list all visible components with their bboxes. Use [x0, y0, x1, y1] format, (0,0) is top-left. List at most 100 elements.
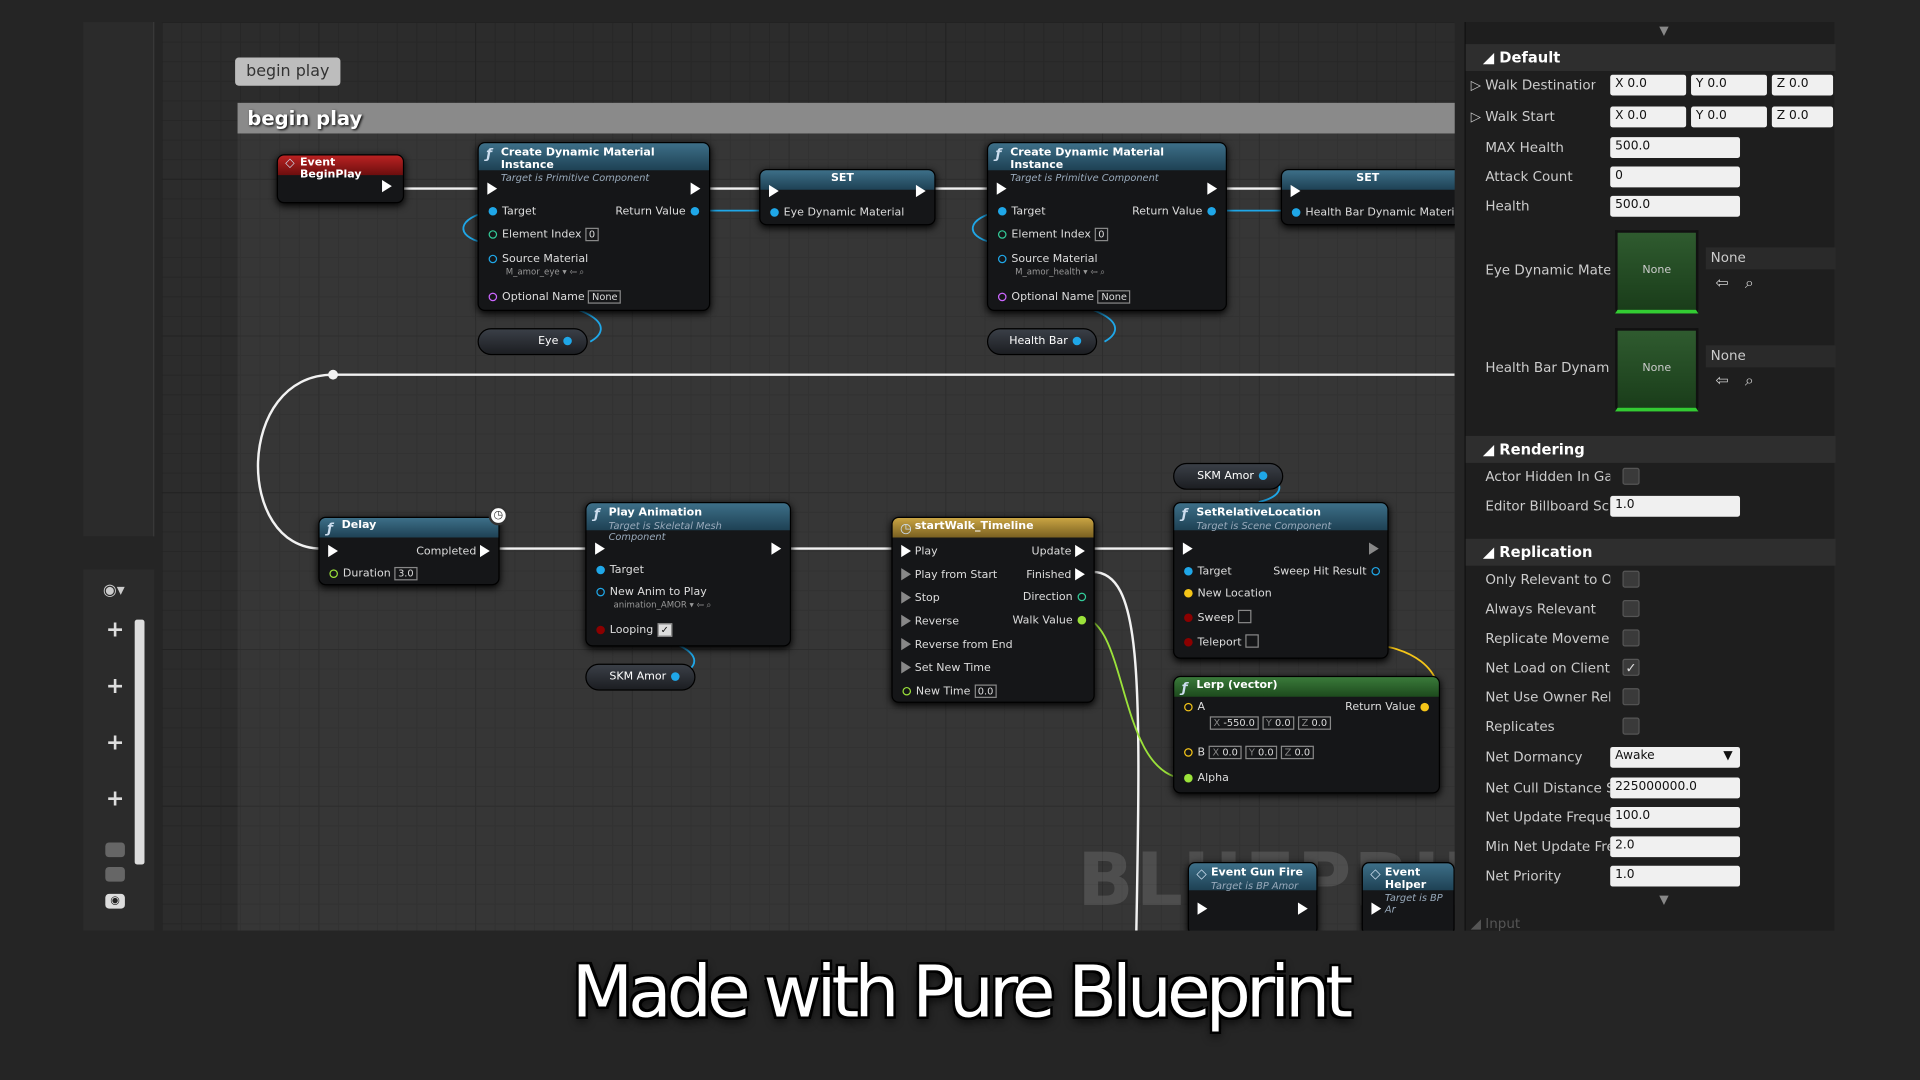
only-relevant-checkbox[interactable] — [1622, 570, 1640, 588]
exec-in-pin[interactable] — [487, 182, 498, 195]
net-update-freq-field[interactable]: 100.0 — [1610, 806, 1741, 828]
health-field[interactable]: 500.0 — [1610, 195, 1741, 217]
a-y-field[interactable]: 0.0 — [1275, 718, 1291, 729]
skm-amor-variable-node[interactable]: SKM Amor — [585, 663, 696, 691]
a-z-field[interactable]: 0.0 — [1311, 718, 1327, 729]
b-z-field[interactable]: 0.0 — [1294, 747, 1310, 758]
actor-hidden-checkbox[interactable] — [1622, 467, 1640, 485]
exec-out-pin[interactable] — [1368, 542, 1379, 555]
teleport-pin[interactable] — [1184, 637, 1193, 647]
return-value-pin[interactable] — [1207, 206, 1216, 216]
var-pin[interactable] — [770, 208, 779, 217]
new-time-field[interactable]: 0.0 — [974, 684, 998, 698]
skm-amor-variable-node[interactable]: SKM Amor — [1173, 462, 1284, 490]
exec-in-pin[interactable] — [328, 544, 338, 558]
target-pin[interactable] — [488, 206, 498, 216]
exec-in-pin[interactable] — [901, 637, 912, 651]
details-panel[interactable]: ▼ ◢ Default ▷ Walk Destination X 0.0 Y 0… — [1464, 22, 1836, 932]
exec-in-pin[interactable] — [901, 591, 912, 604]
editor-billboard-field[interactable]: 1.0 — [1610, 495, 1741, 517]
looping-pin[interactable] — [596, 625, 605, 635]
source-material-pin[interactable] — [488, 254, 498, 264]
exec-out-pin[interactable] — [690, 182, 701, 195]
health-bar-variable-node[interactable]: Health Bar — [986, 328, 1098, 356]
event-gun-fire-node[interactable]: ◇ Event Gun Fire Target is BP Amor — [1187, 862, 1318, 931]
use-selected-arrow-icon[interactable]: ⇦ — [1716, 372, 1729, 390]
add-button[interactable]: + — [103, 732, 127, 756]
exec-in-pin[interactable] — [595, 542, 605, 555]
exec-in-pin[interactable] — [901, 568, 912, 581]
exec-in-pin[interactable] — [901, 614, 912, 627]
delay-node[interactable]: ƒ Delay ◷ Completed Duration 3.0 — [318, 505, 509, 586]
target-pin[interactable] — [596, 565, 605, 575]
sweep-pin[interactable] — [1184, 613, 1193, 623]
exec-in-pin[interactable] — [1197, 902, 1208, 915]
exec-in-pin[interactable] — [1182, 542, 1193, 555]
walk-start-x-field[interactable]: 0.0 — [1627, 109, 1646, 122]
exec-out-pin[interactable] — [771, 542, 782, 555]
element-index-pin[interactable] — [997, 230, 1007, 239]
a-pin[interactable] — [1184, 702, 1193, 712]
net-load-checkbox[interactable]: ✓ — [1622, 658, 1640, 676]
sweep-checkbox[interactable] — [1237, 609, 1252, 624]
exec-out-pin[interactable] — [1075, 568, 1085, 581]
sweep-hit-pin[interactable] — [1371, 566, 1381, 576]
net-priority-field[interactable]: 1.0 — [1610, 865, 1741, 887]
health-bar-material-combo[interactable]: None — [1705, 345, 1836, 368]
blueprint-graph[interactable]: begin play begin play ◇ Event BeginPlay … — [161, 22, 1455, 931]
scroll-down-icon[interactable]: ▼ — [1659, 894, 1668, 907]
collapse-icon[interactable] — [105, 842, 125, 858]
target-pin[interactable] — [1184, 566, 1193, 576]
walk-value-pin[interactable] — [1077, 615, 1087, 625]
looping-checkbox[interactable]: ✓ — [656, 623, 673, 637]
var-pin[interactable] — [1291, 208, 1301, 217]
exec-out-pin[interactable] — [1075, 544, 1085, 558]
scroll-up-icon[interactable]: ▼ — [1659, 24, 1668, 37]
exec-in-pin[interactable] — [996, 182, 1007, 195]
eye-material-combo[interactable]: None — [1705, 247, 1836, 270]
b-x-field[interactable]: 0.0 — [1222, 747, 1238, 758]
source-material-dropdown[interactable]: M_amor_health — [1015, 267, 1080, 277]
net-use-owner-checkbox[interactable] — [1622, 688, 1640, 706]
max-health-field[interactable]: 500.0 — [1610, 137, 1741, 158]
source-material-pin[interactable] — [997, 254, 1007, 264]
category-input[interactable]: ◢ Input — [1471, 916, 1521, 932]
exec-in-pin[interactable] — [1290, 184, 1301, 198]
always-relevant-checkbox[interactable] — [1622, 600, 1640, 618]
walk-destination-y-field[interactable]: 0.0 — [1707, 77, 1726, 90]
eye-material-thumbnail[interactable]: None — [1615, 230, 1699, 314]
collapse-icon[interactable] — [105, 866, 125, 882]
scrollbar[interactable] — [134, 619, 145, 865]
net-dormancy-select[interactable]: Awake ▼ — [1610, 746, 1741, 768]
exec-out-pin[interactable] — [1207, 182, 1218, 195]
b-pin[interactable] — [1184, 748, 1193, 757]
event-helper-node[interactable]: ◇ Event Helper Target is BP Ar — [1361, 862, 1455, 931]
browse-search-icon[interactable]: ⌕ — [1745, 274, 1754, 292]
optional-name-field[interactable]: None — [1097, 290, 1131, 304]
add-button[interactable]: + — [103, 675, 127, 700]
source-material-dropdown[interactable]: M_amor_eye — [506, 267, 560, 277]
exec-in-pin[interactable] — [901, 544, 912, 558]
start-walk-timeline-node[interactable]: ◷ startWalk_Timeline Play Play from Start… — [891, 516, 1095, 703]
b-y-field[interactable]: 0.0 — [1258, 747, 1274, 758]
event-beginplay-node[interactable]: ◇ Event BeginPlay — [276, 154, 405, 204]
eye-icon[interactable]: ◉ — [105, 893, 125, 909]
new-anim-pin[interactable] — [596, 587, 605, 597]
walk-start-z-field[interactable]: 0.0 — [1789, 109, 1808, 122]
replicate-movement-checkbox[interactable] — [1622, 629, 1640, 647]
walk-destination-z-field[interactable]: 0.0 — [1789, 77, 1808, 90]
net-cull-field[interactable]: 225000000.0 — [1610, 777, 1741, 799]
eye-variable-node[interactable]: Eye — [477, 328, 588, 356]
category-rendering[interactable]: ◢ Rendering — [1465, 435, 1836, 463]
return-value-pin[interactable] — [1420, 702, 1429, 712]
category-replication[interactable]: ◢ Replication — [1465, 538, 1836, 566]
element-index-field[interactable]: 0 — [1094, 227, 1109, 242]
element-index-field[interactable]: 0 — [585, 227, 599, 242]
new-time-pin[interactable] — [902, 686, 912, 696]
teleport-checkbox[interactable] — [1245, 634, 1259, 648]
a-x-field[interactable]: -550.0 — [1223, 718, 1255, 729]
attack-count-field[interactable]: 0 — [1610, 166, 1741, 188]
set-health-bar-dynamic-material-node[interactable]: SET Health Bar Dynamic Material — [1280, 168, 1455, 226]
set-relative-location-node[interactable]: ƒ SetRelativeLocation Target is Scene Comp… — [1173, 502, 1389, 659]
element-index-pin[interactable] — [488, 230, 498, 239]
